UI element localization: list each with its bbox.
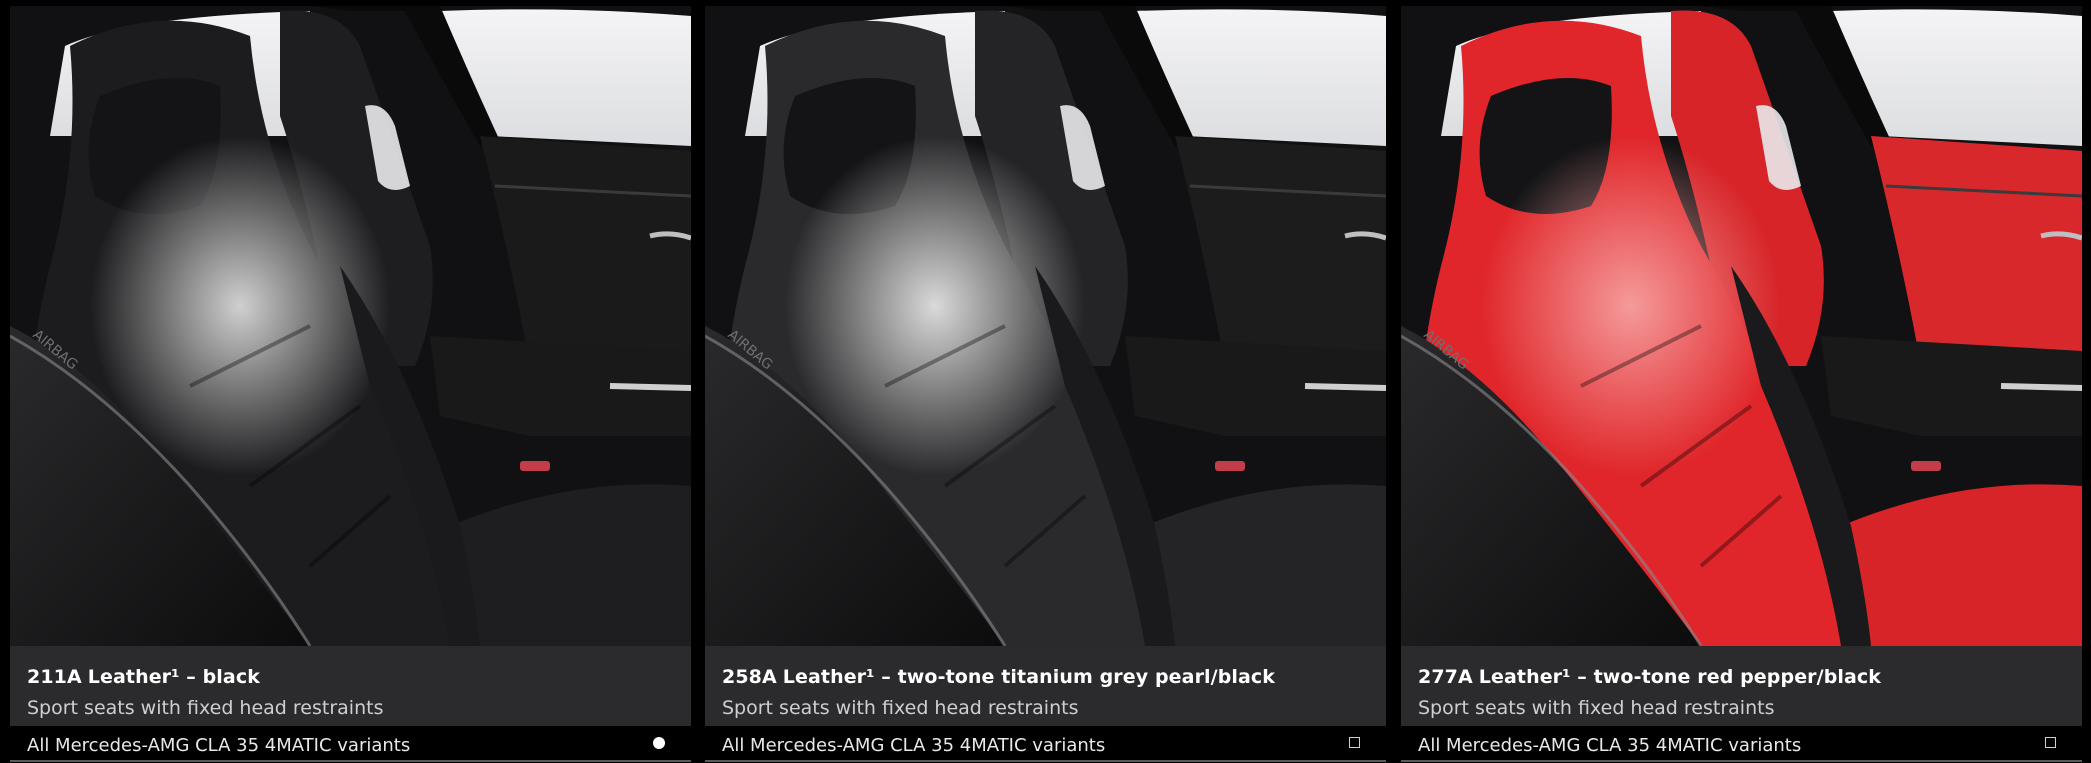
seat-photo[interactable]: AIRBAG: [1401, 6, 2082, 646]
option-description: Sport seats with fixed head restraints: [27, 697, 384, 719]
interior-option-card[interactable]: AIRBAG 211A Leather¹ – black Sport seats …: [10, 6, 691, 763]
variant-label: All Mercedes-AMG CLA 35 4MATIC variants: [27, 735, 411, 756]
option-title: 211A Leather¹ – black: [27, 666, 260, 688]
option-caption: 211A Leather¹ – black Sport seats with fi…: [10, 646, 691, 726]
option-name: Leather¹ – two-tone titanium grey pearl/…: [782, 666, 1276, 688]
option-title: 277A Leather¹ – two-tone red pepper/black: [1418, 666, 1881, 688]
variant-row[interactable]: All Mercedes-AMG CLA 35 4MATIC variants: [10, 726, 691, 762]
selection-indicator[interactable]: [1349, 737, 1360, 748]
variant-label: All Mercedes-AMG CLA 35 4MATIC variants: [722, 735, 1106, 756]
option-description: Sport seats with fixed head restraints: [722, 697, 1079, 719]
interior-option-card[interactable]: AIRBAG 258A Leather¹ – two-tone titanium …: [705, 6, 1386, 763]
variant-label: All Mercedes-AMG CLA 35 4MATIC variants: [1418, 735, 1802, 756]
seat-photo[interactable]: AIRBAG: [10, 6, 691, 646]
selection-indicator[interactable]: [2045, 737, 2056, 748]
option-caption: 258A Leather¹ – two-tone titanium grey pe…: [705, 646, 1386, 726]
option-code: 211A: [27, 666, 82, 688]
option-title: 258A Leather¹ – two-tone titanium grey pe…: [722, 666, 1275, 688]
option-code: 277A: [1418, 666, 1473, 688]
selection-indicator[interactable]: [653, 737, 665, 749]
option-code: 258A: [722, 666, 777, 688]
interior-options-grid: AIRBAG 211A Leather¹ – black Sport seats …: [0, 0, 2091, 763]
option-name: Leather¹ – black: [87, 666, 260, 688]
option-caption: 277A Leather¹ – two-tone red pepper/black…: [1401, 646, 2082, 726]
interior-option-card[interactable]: AIRBAG 277A Leather¹ – two-tone red peppe…: [1401, 6, 2082, 763]
seat-photo[interactable]: AIRBAG: [705, 6, 1386, 646]
variant-row[interactable]: All Mercedes-AMG CLA 35 4MATIC variants: [1401, 726, 2082, 762]
option-description: Sport seats with fixed head restraints: [1418, 697, 1775, 719]
option-name: Leather¹ – two-tone red pepper/black: [1478, 666, 1882, 688]
variant-row[interactable]: All Mercedes-AMG CLA 35 4MATIC variants: [705, 726, 1386, 762]
